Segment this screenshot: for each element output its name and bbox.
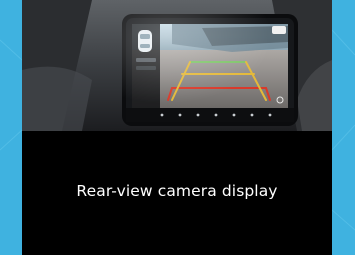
image-card: Rear-view camera display bbox=[22, 0, 332, 255]
image-caption: Rear-view camera display bbox=[76, 182, 278, 200]
camera-display-photo bbox=[22, 0, 332, 131]
